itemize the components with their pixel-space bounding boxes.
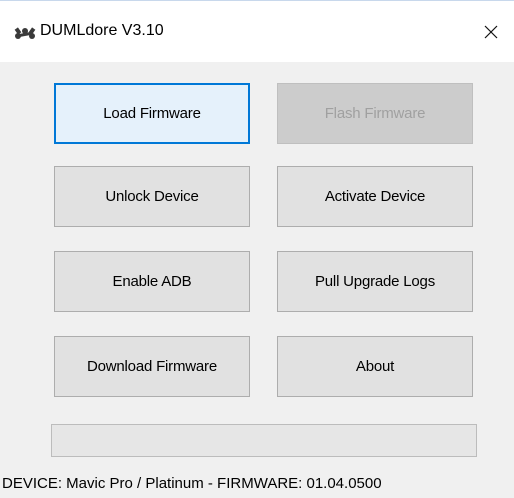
flash-firmware-button[interactable]: Flash Firmware <box>277 83 473 144</box>
drone-icon <box>14 23 36 41</box>
status-bar: DEVICE: Mavic Pro / Platinum - FIRMWARE:… <box>0 466 514 498</box>
unlock-device-button[interactable]: Unlock Device <box>54 166 250 227</box>
dumldore-window: DUMLdore V3.10 Load Firmware Flash Firmw… <box>0 0 514 498</box>
activate-device-button[interactable]: Activate Device <box>277 166 473 227</box>
pull-upgrade-logs-button[interactable]: Pull Upgrade Logs <box>277 251 473 312</box>
enable-adb-button[interactable]: Enable ADB <box>54 251 250 312</box>
close-icon <box>484 25 498 39</box>
about-button[interactable]: About <box>277 336 473 397</box>
status-text: DEVICE: Mavic Pro / Platinum - FIRMWARE:… <box>2 475 382 492</box>
download-firmware-button[interactable]: Download Firmware <box>54 336 250 397</box>
title-bar[interactable]: DUMLdore V3.10 <box>0 0 514 62</box>
progress-bar <box>51 424 477 457</box>
client-area: Load Firmware Flash Firmware Unlock Devi… <box>0 62 514 466</box>
load-firmware-button[interactable]: Load Firmware <box>54 83 250 144</box>
close-button[interactable] <box>468 9 514 55</box>
window-title: DUMLdore V3.10 <box>40 22 164 39</box>
